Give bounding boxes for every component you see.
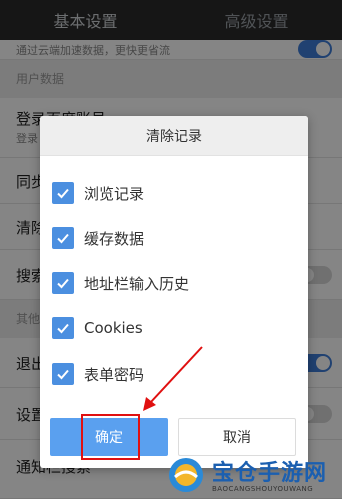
watermark-title: 宝仓手游网: [212, 461, 328, 486]
screen: 基本设置 高级设置 通过云端加速数据，更快更省流 用户数据 登录百度账号 登录 …: [0, 0, 342, 499]
watermark-url: BAOCANGSHOUYOUWANG: [212, 485, 314, 493]
watermark: 宝仓手游网 BAOCANGSHOUYOUWANG: [166, 455, 342, 499]
watermark-logo-icon: [169, 458, 203, 492]
annotation-arrow-icon: [143, 346, 203, 411]
